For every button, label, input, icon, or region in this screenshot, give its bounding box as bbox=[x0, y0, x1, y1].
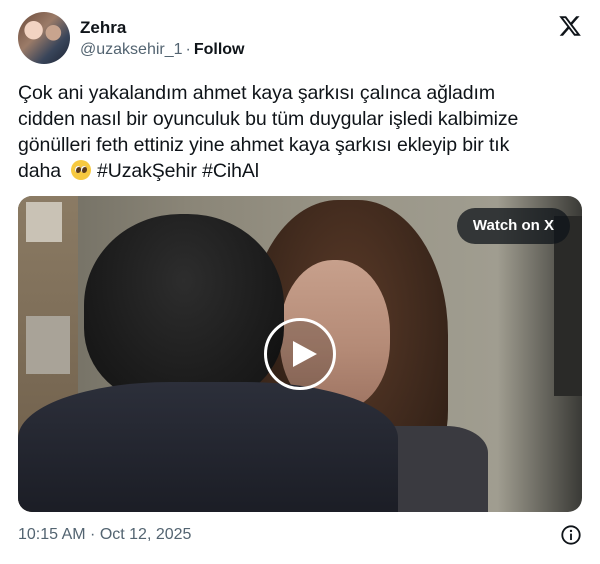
follow-button[interactable]: Follow bbox=[194, 41, 245, 58]
video-scene-suit bbox=[18, 382, 398, 512]
x-logo-icon[interactable] bbox=[558, 14, 582, 38]
author-name[interactable]: Zehra bbox=[80, 18, 126, 38]
play-button[interactable] bbox=[264, 318, 336, 390]
tweet-line: Çok ani yakalandım ahmet kaya şarkısı ça… bbox=[18, 82, 496, 104]
tweet-word: daha bbox=[18, 160, 61, 182]
hashtag-link[interactable]: #CihAl bbox=[202, 160, 259, 182]
video-scene-frame bbox=[26, 316, 70, 374]
tweet-last-line: daha #UzakŞehir #CihAl bbox=[18, 158, 584, 184]
play-icon bbox=[293, 341, 317, 367]
video-scene-frame bbox=[26, 202, 62, 242]
video-media[interactable]: Watch on X bbox=[18, 196, 582, 512]
separator: · bbox=[185, 41, 191, 58]
watch-on-x-button[interactable]: Watch on X bbox=[456, 208, 570, 244]
video-scene-window bbox=[554, 216, 582, 396]
author-handle-row: @uzaksehir_1 · Follow bbox=[80, 41, 245, 59]
video-scene-man-head bbox=[84, 214, 284, 404]
author-handle[interactable]: @uzaksehir_1 bbox=[80, 41, 183, 58]
tweet-text: Çok ani yakalandım ahmet kaya şarkısı ça… bbox=[18, 80, 584, 184]
info-icon[interactable] bbox=[560, 524, 582, 546]
tweet-footer: 10:15 AM · Oct 12, 2025 bbox=[18, 524, 584, 548]
pleading-face-emoji-icon bbox=[70, 160, 91, 180]
tweet-line: gönülleri feth ettiniz yine ahmet kaya ş… bbox=[18, 134, 510, 156]
avatar[interactable] bbox=[18, 12, 70, 64]
hashtag-link[interactable]: #UzakŞehir bbox=[97, 160, 197, 182]
tweet-header: Zehra @uzaksehir_1 · Follow bbox=[18, 12, 584, 68]
timestamp-link[interactable]: 10:15 AM · Oct 12, 2025 bbox=[18, 526, 191, 544]
tweet-line: cidden nasıl bir oyunculuk bu tüm duygul… bbox=[18, 108, 519, 130]
